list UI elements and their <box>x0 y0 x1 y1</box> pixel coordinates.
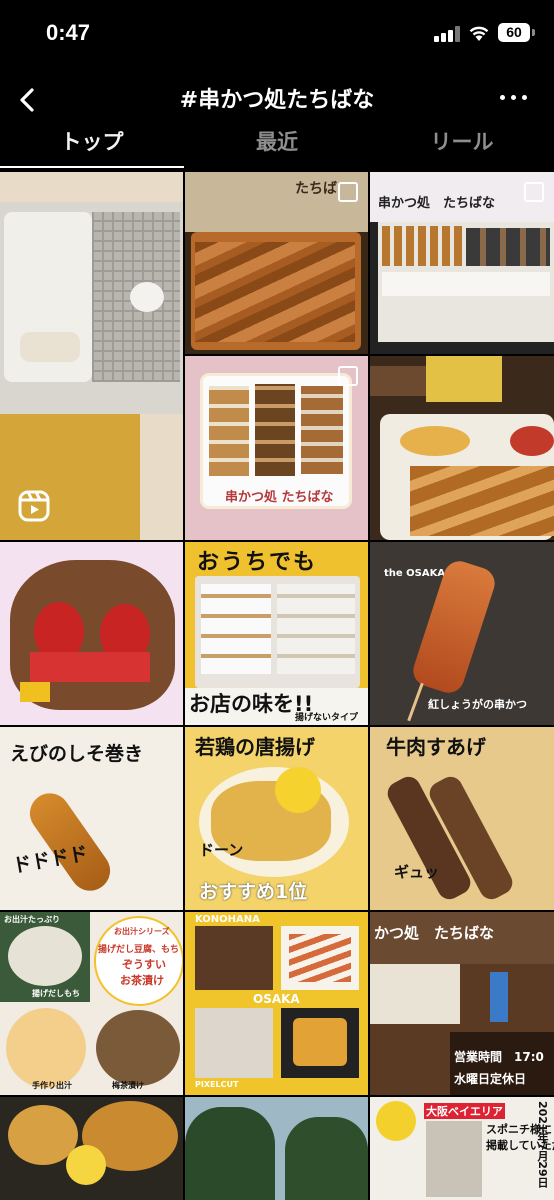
post-caption: 串かつ処 たちばな <box>378 196 496 211</box>
grid-post-10[interactable]: えびのしそ巻き ドドドド <box>0 727 183 910</box>
grid-post-14[interactable]: KONOHANA OSAKA PIXELCUT <box>185 912 368 1095</box>
grid-post-2[interactable]: たちば <box>185 172 368 354</box>
post-label: KONOHANA <box>195 914 260 925</box>
battery-icon: 60 <box>498 23 530 42</box>
post-date: 2021年7月29日 <box>536 1101 549 1188</box>
tab-reels[interactable]: リール <box>370 126 554 156</box>
post-headline: 大阪ベイエリア <box>424 1103 505 1119</box>
multi-image-icon <box>524 182 544 202</box>
battery-cap <box>532 29 535 36</box>
grid-post-18[interactable]: 大阪ベイエリア スポニチ様に 掲載していただき 2021年7月29日 <box>370 1097 554 1200</box>
grid-post-16[interactable] <box>0 1097 183 1200</box>
grid-post-11[interactable]: 若鶏の唐揚げ ドーン おすすめ1位 <box>185 727 368 910</box>
post-label: 手作り出汁 <box>32 1081 72 1090</box>
post-sfx: ドーン <box>199 841 244 859</box>
post-headline: 若鶏の唐揚げ <box>195 735 315 759</box>
tab-top[interactable]: トップ <box>0 126 184 156</box>
post-label: お出汁たっぷり <box>4 915 60 924</box>
cellular-signal-icon <box>434 26 462 42</box>
status-bar: 0:47 60 <box>0 0 554 70</box>
header: #串かつ処たちばな <box>0 70 554 130</box>
post-label: お出汁シリーズ <box>114 927 170 936</box>
post-sign: かつ処 たちばな <box>374 924 495 942</box>
post-caption: たちば <box>295 181 337 197</box>
grid-post-6[interactable] <box>370 356 554 540</box>
tab-bar: トップ 最近 リール <box>0 122 554 170</box>
post-subcaption: 紅しょうがの串かつ <box>428 698 527 711</box>
wifi-icon <box>469 26 489 41</box>
post-grid: たちば 串かつ処 たちばな 串かつ処 たちばな おうちでも お店の味を!! 揚げ… <box>0 172 554 1200</box>
post-label: お茶漬け <box>120 974 164 987</box>
tab-recent[interactable]: 最近 <box>185 126 369 156</box>
post-label: 揚げだし豆腐、もち <box>98 945 180 955</box>
grid-post-17[interactable] <box>185 1097 368 1200</box>
active-tab-indicator <box>0 166 184 168</box>
post-subline: おすすめ1位 <box>199 881 308 903</box>
grid-post-3[interactable]: 串かつ処 たちばな <box>370 172 554 354</box>
post-note: 揚げないタイプ <box>295 713 359 723</box>
grid-post-8[interactable]: おうちでも お店の味を!! 揚げないタイプ <box>185 542 368 725</box>
grid-post-9[interactable]: the OSAKA 紅しょうがの串かつ <box>370 542 554 725</box>
grid-post-7[interactable] <box>0 542 183 725</box>
status-time: 0:47 <box>46 20 91 45</box>
grid-post-5[interactable]: 串かつ処 たちばな <box>185 356 368 540</box>
page-title: #串かつ処たちばな <box>179 88 375 113</box>
post-sfx: ギュッ <box>394 863 440 881</box>
post-label: PIXELCUT <box>195 1080 239 1089</box>
grid-post-12[interactable]: 牛肉すあげ ギュッ <box>370 727 554 910</box>
post-headline: おうちでも <box>197 550 318 575</box>
multi-image-icon <box>338 366 358 386</box>
multi-image-icon <box>338 182 358 202</box>
post-label: 揚げだしもち <box>32 989 80 998</box>
post-hours: 営業時間 17:0 <box>454 1050 544 1064</box>
reel-icon <box>18 490 50 522</box>
post-headline: えびのしそ巻き <box>10 743 144 765</box>
grid-post-13[interactable]: お出汁たっぷり 揚げだしもち お出汁シリーズ 揚げだし豆腐、もち ぞうすい お茶… <box>0 912 183 1095</box>
post-headline: 牛肉すあげ <box>386 735 486 759</box>
post-caption: the OSAKA <box>384 568 446 579</box>
post-label: OSAKA <box>253 992 300 1006</box>
grid-post-15[interactable]: かつ処 たちばな 営業時間 17:0 水曜日定休日 <box>370 912 554 1095</box>
grid-post-reel[interactable] <box>0 172 183 540</box>
post-caption: 串かつ処 たちばな <box>225 490 334 505</box>
more-options-icon[interactable] <box>496 82 532 112</box>
post-holiday: 水曜日定休日 <box>454 1072 527 1086</box>
post-label: ぞうすい <box>122 958 166 971</box>
post-label: 梅茶漬け <box>112 1081 144 1090</box>
